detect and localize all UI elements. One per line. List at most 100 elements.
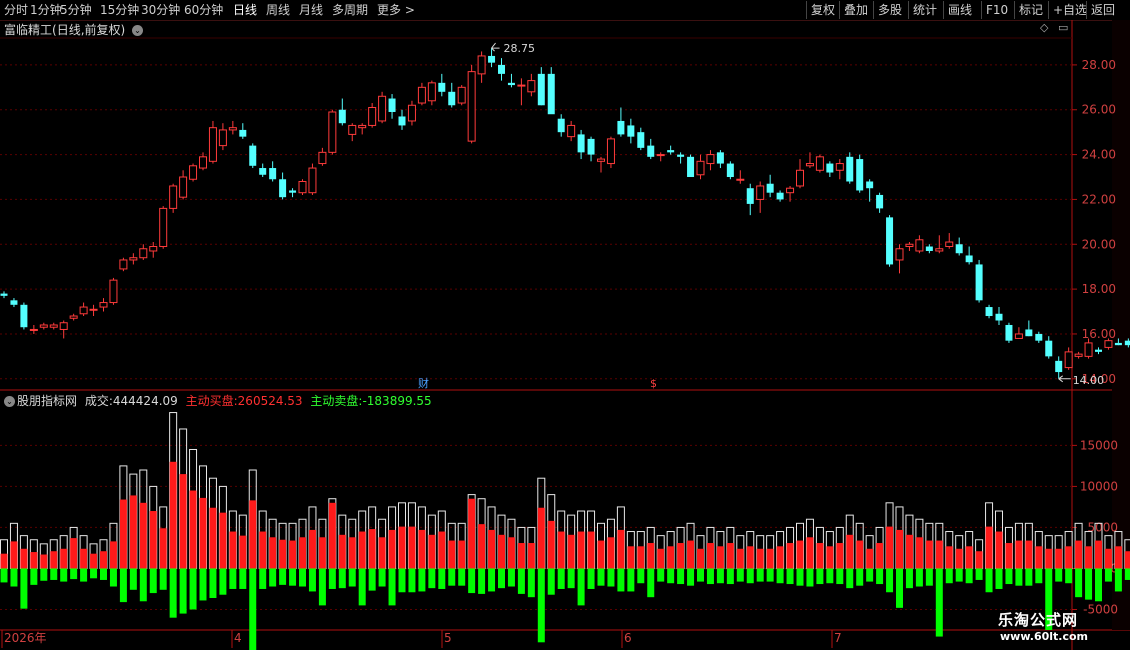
sell-value: -183899.55 — [362, 394, 432, 408]
volume-buy-bar — [975, 551, 983, 569]
candle-body-up — [348, 124, 357, 135]
volume-buy-bar — [597, 540, 605, 569]
volume-sell-bar — [756, 568, 764, 582]
price-tick-label: 18.00 — [1082, 282, 1116, 296]
toolbar-huaxian[interactable]: 画线 — [948, 2, 972, 18]
price-tick-label: 26.00 — [1082, 103, 1116, 117]
toolbar-multi-period[interactable]: 多周期 — [332, 2, 368, 18]
candle-body-up — [696, 160, 705, 176]
volume-sell-bar — [488, 568, 496, 592]
candle-body-down — [925, 246, 933, 251]
candle-body-down — [438, 82, 446, 92]
candle-body-down — [279, 179, 287, 198]
main-chart-title: 富临精工(日线,前复权) ⌄ — [4, 21, 144, 38]
candle-body-up — [1104, 340, 1113, 348]
toolbar-fuquan[interactable]: 复权 — [811, 2, 835, 18]
volume-buy-bar — [0, 553, 8, 569]
candle-body-up — [796, 169, 804, 187]
volume-sell-bar — [139, 568, 147, 602]
candle-body-up — [1014, 333, 1023, 339]
volume-buy-bar — [338, 534, 346, 569]
volume-buy-bar — [925, 540, 933, 569]
toolbar-back[interactable]: 返回 — [1091, 2, 1115, 18]
toolbar-daily[interactable]: 日线 — [233, 2, 257, 18]
candle-body-up — [736, 178, 745, 181]
volume-sell-bar — [667, 568, 675, 584]
site-logo-title: 乐淘公式网 — [998, 611, 1079, 629]
candle-body-down — [975, 264, 983, 301]
volume-buy-bar — [766, 548, 774, 569]
candle-body-down — [985, 307, 993, 317]
chart-menu-icon[interactable]: ⌄ — [132, 25, 144, 36]
candle-body-down — [537, 73, 545, 106]
volume-sell-bar — [259, 568, 267, 589]
volume-buy-bar — [557, 531, 565, 569]
volume-buy-bar — [438, 531, 446, 569]
toolbar-5min[interactable]: 5分钟 — [60, 2, 92, 18]
volume-sell-bar — [70, 568, 78, 580]
volume-sell-bar — [1015, 568, 1023, 586]
toolbar-15min[interactable]: 15分钟 — [100, 2, 139, 18]
toolbar-tongji[interactable]: 统计 — [913, 2, 937, 18]
toolbar-separator — [873, 1, 874, 19]
volume-buy-bar — [806, 537, 814, 569]
volume-buy-bar — [1025, 540, 1033, 569]
toolbar-1min[interactable]: 1分钟 — [30, 2, 62, 18]
volume-sell-bar — [428, 568, 436, 589]
diamond-icon[interactable]: ◇ — [1040, 21, 1048, 34]
toolbar-fenshi[interactable]: 分时 — [4, 2, 28, 18]
toolbar-30min[interactable]: 30分钟 — [141, 2, 180, 18]
volume-sell-bar — [348, 568, 356, 587]
candle-body-down — [1095, 349, 1102, 352]
indicator-header: ⌄ 股朋指标网 成交:444424.09 主动买盘:260524.53 主动卖盘:… — [4, 392, 432, 409]
volume-sell-bar — [328, 568, 336, 589]
volume-buy-bar — [945, 546, 953, 569]
volume-sell-bar — [905, 568, 913, 589]
sell-label: 主动卖盘: — [310, 394, 363, 408]
toolbar-more[interactable]: 更多 > — [377, 2, 415, 18]
volume-buy-bar — [478, 524, 486, 569]
candle-body-down — [677, 154, 685, 157]
volume-sell-bar — [20, 568, 28, 609]
volume-sell-bar — [856, 568, 864, 586]
volume-sell-bar — [955, 568, 963, 582]
volume-buy-bar — [706, 543, 714, 569]
indicator-menu-icon[interactable]: ⌄ — [4, 396, 15, 407]
volume-buy-bar — [229, 531, 237, 569]
collapse-icon[interactable]: ▭ — [1058, 21, 1068, 34]
candle-body-up — [467, 71, 476, 142]
candle-body-up — [477, 55, 486, 75]
candle-body-down — [965, 255, 973, 263]
volume-sell-bar — [338, 568, 346, 589]
volume-sell-bar — [846, 568, 854, 589]
toolbar-add-watch[interactable]: +自选 — [1053, 2, 1087, 18]
volume-buy-bar — [796, 540, 804, 569]
volume-buy-bar — [965, 546, 973, 569]
volume-buy-bar — [756, 548, 764, 569]
volume-sell-bar — [826, 568, 834, 584]
volume-sell-bar — [358, 568, 366, 606]
toolbar-weekly[interactable]: 周线 — [266, 2, 290, 18]
volume-sell-bar — [60, 568, 68, 582]
volume-buy-bar — [90, 553, 98, 569]
candle-body-down — [498, 64, 505, 74]
volume-sell-bar — [1065, 568, 1073, 584]
candle-body-up — [368, 107, 377, 126]
volume-sell-bar — [199, 568, 207, 601]
toolbar-f10[interactable]: F10 — [986, 2, 1008, 18]
chart-options-icons[interactable]: ◇ ▭ — [1040, 21, 1068, 34]
toolbar-duogu[interactable]: 多股 — [878, 2, 902, 18]
toolbar-biaoji[interactable]: 标记 — [1019, 2, 1043, 18]
volume-buy-bar — [60, 548, 68, 569]
toolbar-diejia[interactable]: 叠加 — [844, 2, 868, 18]
candle-body-up — [39, 324, 48, 328]
candle-body-up — [328, 111, 337, 153]
volume-buy-bar — [70, 538, 78, 569]
candle-body-up — [786, 187, 795, 194]
volume-buy-bar — [687, 540, 695, 569]
volume-sell-bar — [378, 568, 386, 587]
toolbar-monthly[interactable]: 月线 — [299, 2, 323, 18]
candle-body-down — [239, 129, 247, 137]
toolbar-60min[interactable]: 60分钟 — [184, 2, 223, 18]
candle-body-up — [407, 104, 416, 122]
